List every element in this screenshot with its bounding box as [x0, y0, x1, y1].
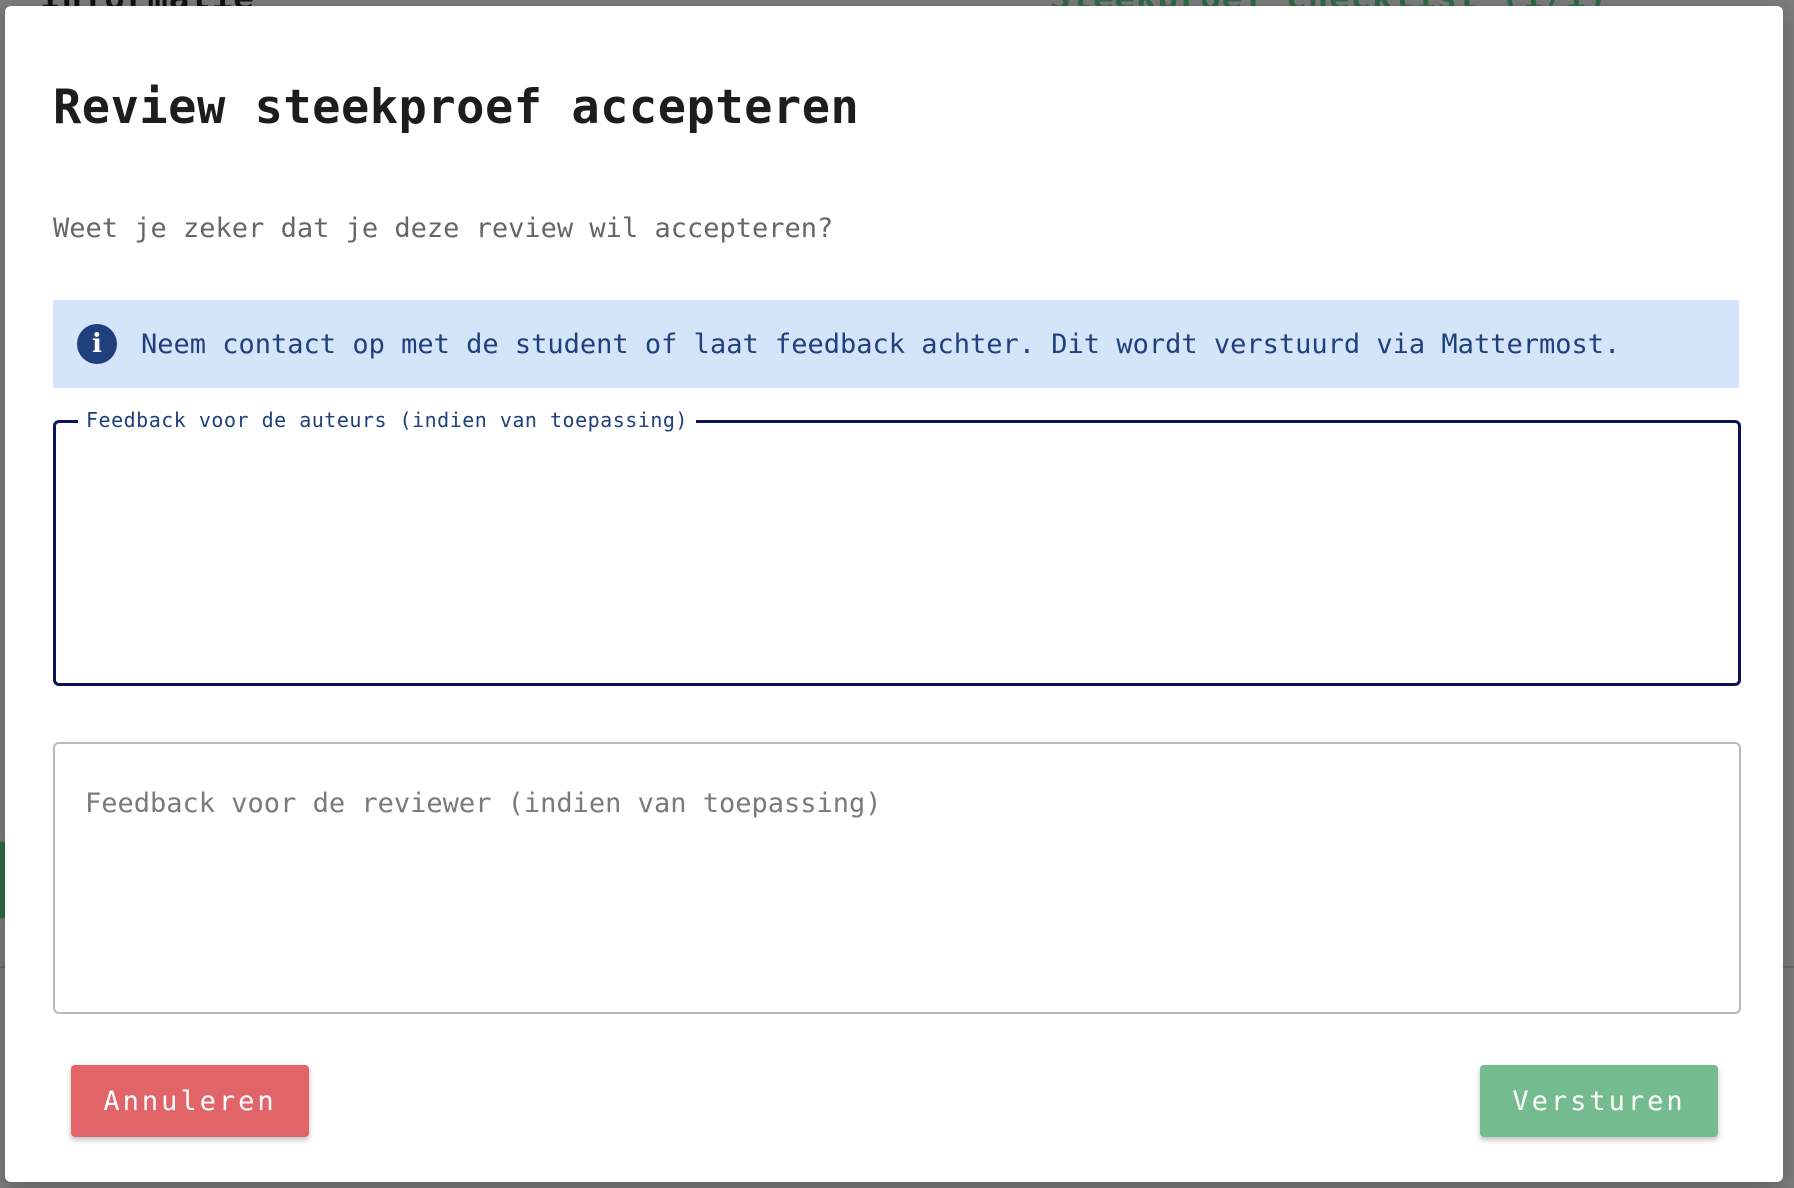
reviewer-feedback-input[interactable] [55, 744, 1739, 1012]
reviewer-feedback-field [53, 742, 1741, 1014]
cancel-button[interactable]: Annuleren [71, 1065, 309, 1137]
authors-feedback-field: Feedback voor de auteurs (indien van toe… [53, 408, 1741, 686]
info-banner: i Neem contact op met de student of laat… [53, 300, 1739, 388]
submit-button[interactable]: Versturen [1480, 1065, 1718, 1137]
info-icon: i [77, 324, 117, 364]
dialog-question: Weet je zeker dat je deze review wil acc… [53, 213, 834, 244]
info-banner-text: Neem contact op met de student of laat f… [141, 328, 1621, 360]
authors-feedback-input[interactable] [56, 423, 1738, 683]
dialog-title: Review steekproef accepteren [53, 80, 860, 135]
accept-review-dialog: Review steekproef accepteren Weet je zek… [5, 6, 1783, 1182]
